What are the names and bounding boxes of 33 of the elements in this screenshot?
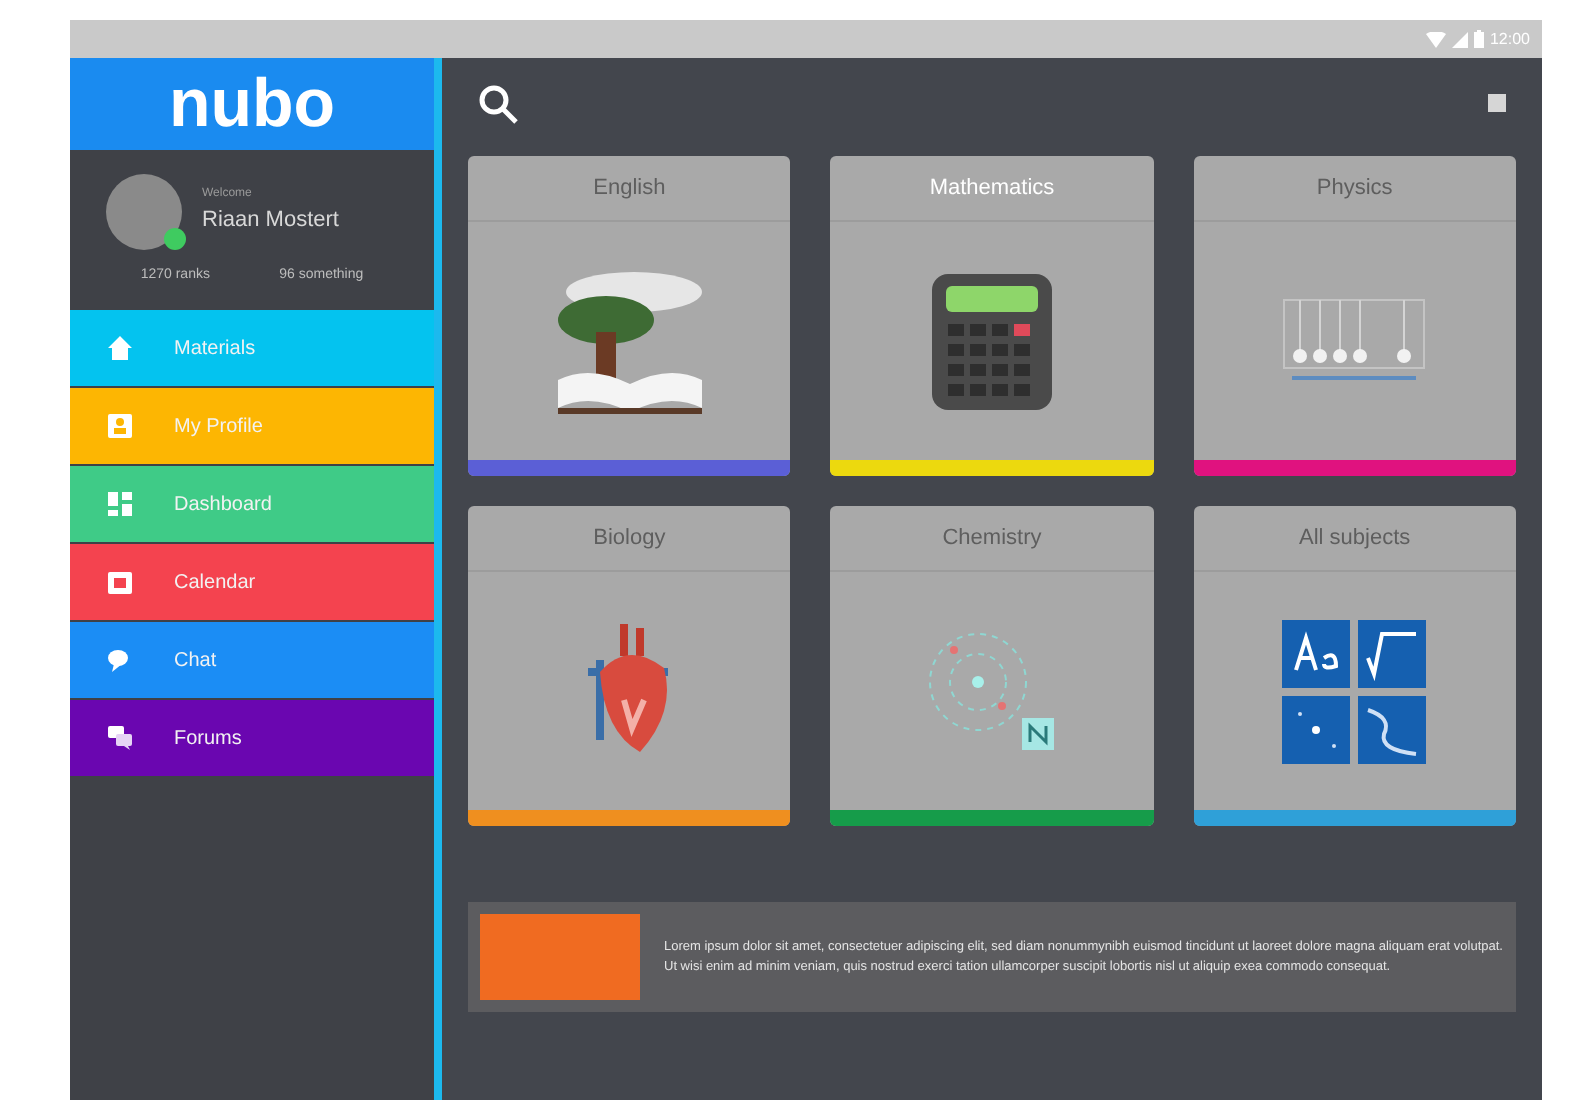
calendar-icon	[106, 568, 134, 596]
signal-icon	[1451, 31, 1468, 47]
nav-item[interactable]: Materials	[70, 310, 434, 386]
forum-icon	[106, 724, 134, 752]
nav-item[interactable]: My Profile	[70, 388, 434, 464]
home-icon	[106, 334, 134, 362]
battery-icon	[1473, 30, 1484, 48]
nav-item[interactable]: Chat	[70, 622, 434, 698]
subject-card[interactable]: Mathematics	[830, 156, 1154, 476]
subject-card[interactable]: Physics	[1193, 156, 1516, 476]
calculator-icon	[929, 271, 1054, 411]
subject-card[interactable]: English	[468, 156, 791, 476]
subject-card[interactable]: Chemistry	[830, 506, 1154, 826]
subject-title: Chemistry	[830, 506, 1154, 572]
profile-card-icon	[106, 412, 134, 440]
wifi-icon	[1425, 31, 1446, 47]
subject-title: Biology	[468, 506, 791, 572]
subject-title: Mathematics	[830, 156, 1154, 222]
subject-title: English	[468, 156, 791, 222]
chat-icon	[106, 646, 134, 674]
logo-text: nubo	[168, 70, 336, 138]
subject-card[interactable]: All subjects	[1193, 506, 1516, 826]
avatar	[106, 173, 182, 250]
nav-item[interactable]: Calendar	[70, 544, 434, 620]
subject-title: All subjects	[1193, 506, 1516, 572]
subject-tiles-icon	[1280, 617, 1429, 765]
subject-title: Physics	[1193, 156, 1516, 222]
search-icon[interactable]	[478, 83, 518, 123]
user-name: Riaan Mostert	[202, 206, 339, 236]
nav-item[interactable]: Forums	[70, 700, 434, 776]
subject-card[interactable]: Biology	[468, 506, 791, 826]
dashboard-icon	[106, 490, 134, 518]
nav-item[interactable]: Dashboard	[70, 466, 434, 542]
